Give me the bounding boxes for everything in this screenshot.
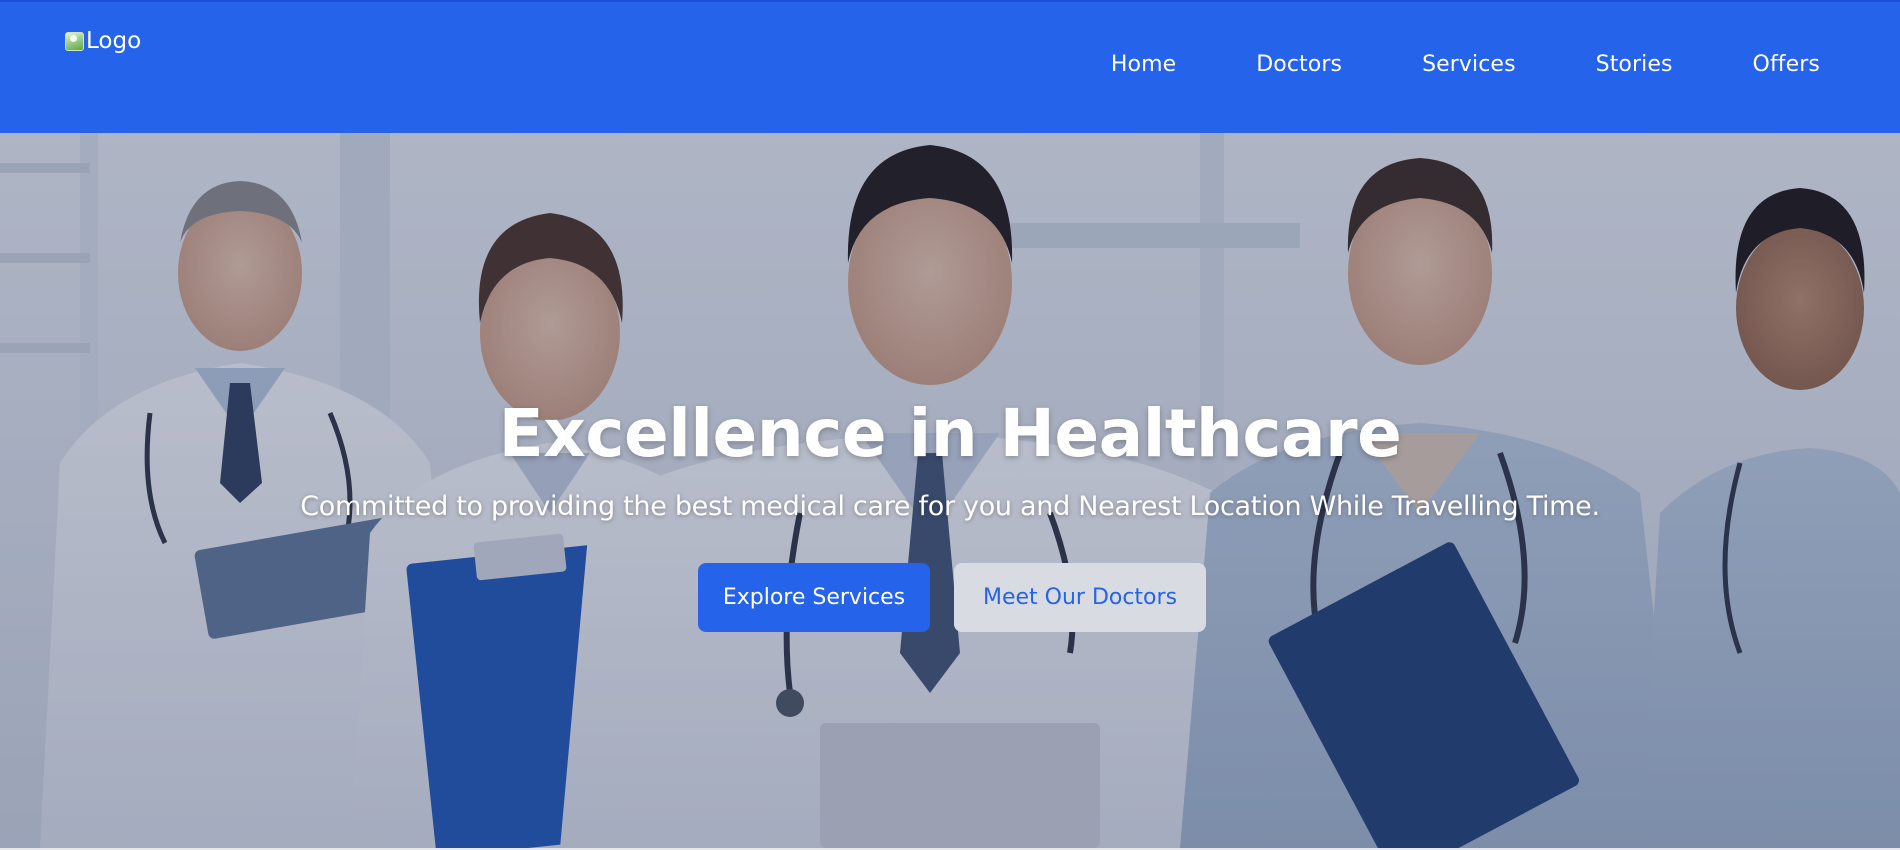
nav-stories[interactable]: Stories xyxy=(1596,52,1673,77)
hero-title: Excellence in Healthcare xyxy=(498,395,1402,472)
nav-offers[interactable]: Offers xyxy=(1753,52,1820,77)
hero-subtitle: Committed to providing the best medical … xyxy=(300,491,1600,522)
site-header: Logo Home Doctors Services Stories Offer… xyxy=(0,0,1900,133)
nav-home[interactable]: Home xyxy=(1111,52,1176,77)
meet-our-doctors-button[interactable]: Meet Our Doctors xyxy=(954,563,1206,632)
hero-content: Excellence in Healthcare Committed to pr… xyxy=(0,133,1900,848)
main-nav: Home Doctors Services Stories Offers xyxy=(1111,52,1820,77)
hero-buttons: Explore Services Meet Our Doctors xyxy=(0,563,1900,632)
landing-page: Logo Home Doctors Services Stories Offer… xyxy=(0,0,1900,850)
logo-alt-text: Logo xyxy=(86,28,142,54)
logo[interactable]: Logo xyxy=(64,28,141,54)
hero-section: Excellence in Healthcare Committed to pr… xyxy=(0,133,1900,848)
broken-image-icon xyxy=(64,31,84,51)
nav-doctors[interactable]: Doctors xyxy=(1256,52,1342,77)
explore-services-button[interactable]: Explore Services xyxy=(698,563,930,632)
nav-services[interactable]: Services xyxy=(1422,52,1516,77)
